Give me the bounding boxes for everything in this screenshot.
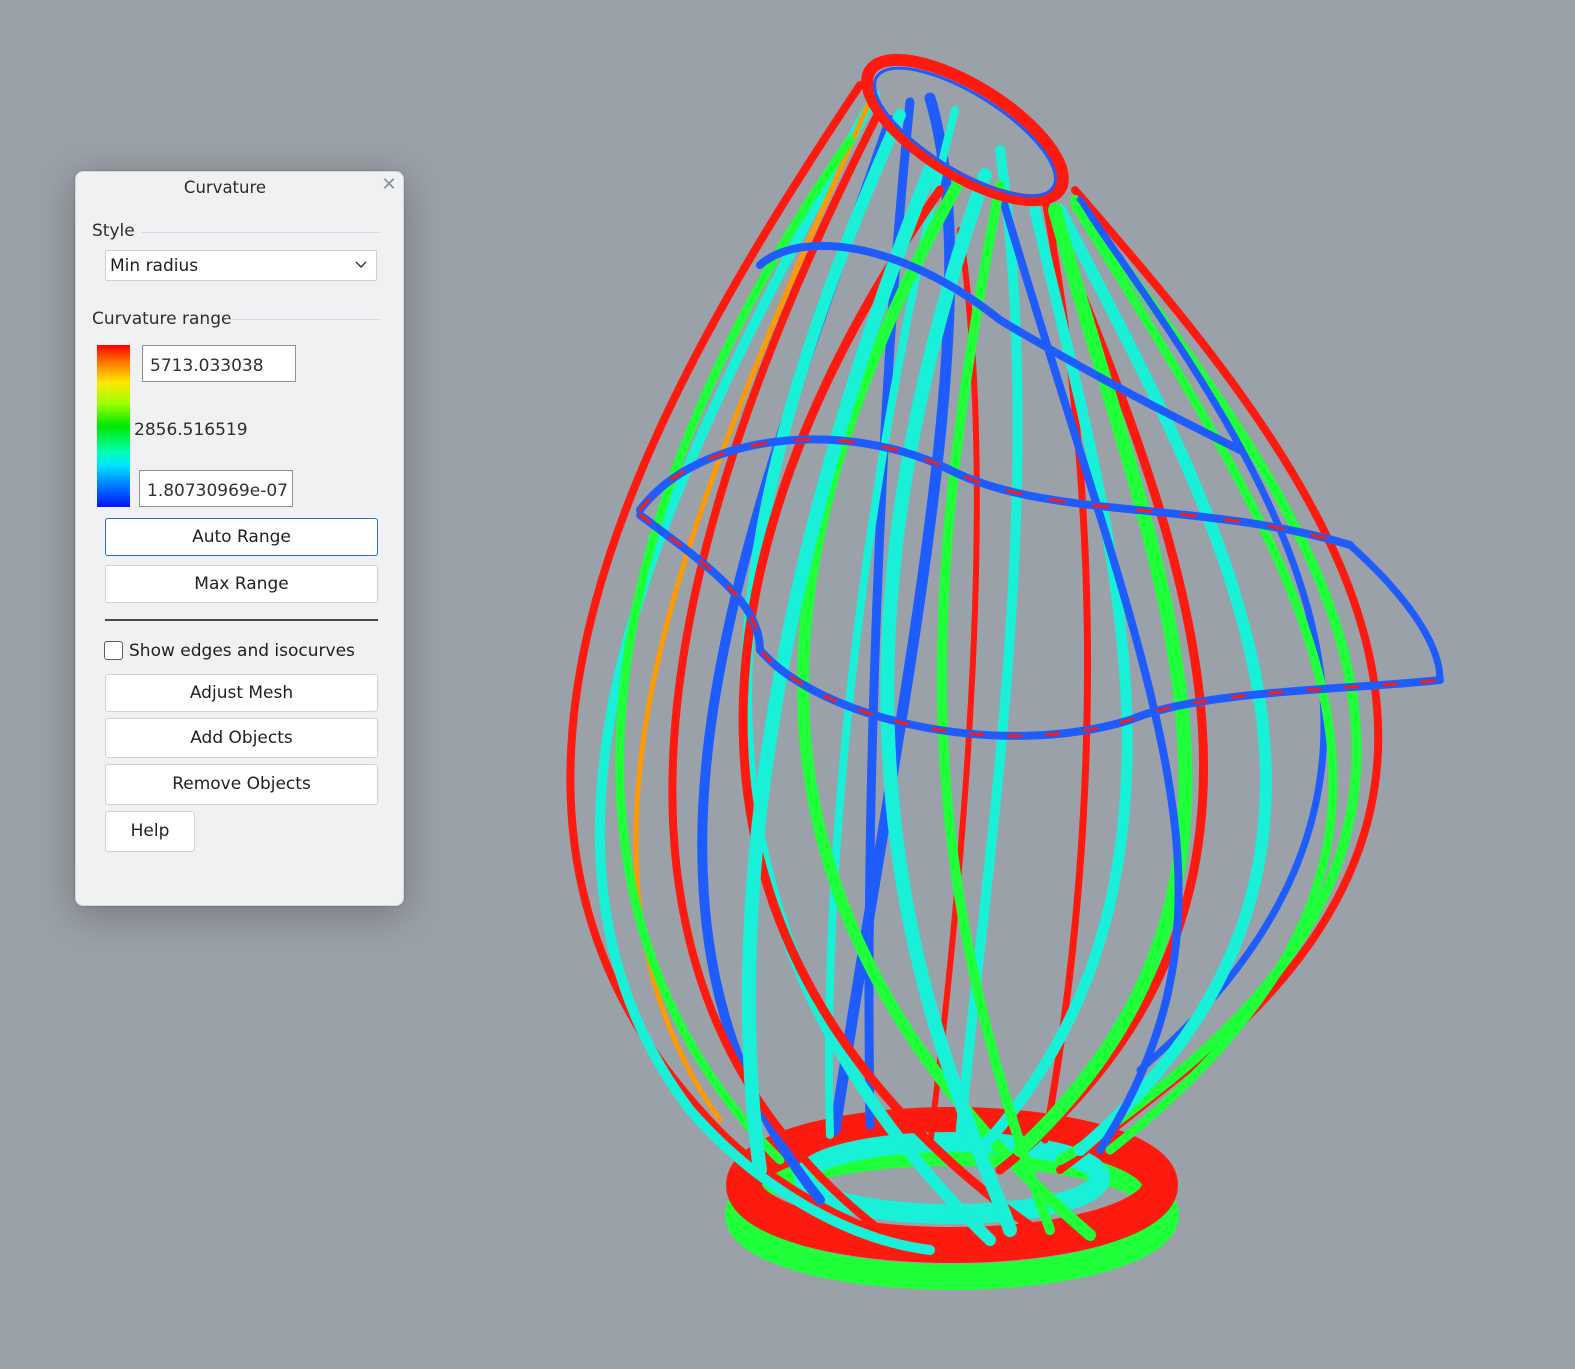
close-icon[interactable]: ✕ <box>380 176 398 194</box>
style-label: Style <box>92 221 135 241</box>
help-button[interactable]: Help <box>105 811 195 852</box>
panel-divider <box>105 619 378 621</box>
range-section-rule <box>226 319 379 320</box>
ring-4 <box>1346 541 1444 684</box>
curvature-range-label: Curvature range <box>92 309 232 329</box>
adjust-mesh-button[interactable]: Adjust Mesh <box>105 674 378 712</box>
add-objects-button[interactable]: Add Objects <box>105 718 378 758</box>
remove-objects-button[interactable]: Remove Objects <box>105 764 378 805</box>
curvature-panel: Curvature ✕ Style Min radius Curvature r… <box>75 171 404 906</box>
range-max-input[interactable] <box>142 345 296 382</box>
show-edges-checkbox[interactable] <box>104 641 123 660</box>
show-edges-label[interactable]: Show edges and isocurves <box>129 641 355 661</box>
curvature-color-scale <box>97 345 130 507</box>
max-range-button[interactable]: Max Range <box>105 565 378 603</box>
chevron-down-icon <box>355 261 367 268</box>
range-mid-value: 2856.516519 <box>134 420 248 440</box>
style-section-rule <box>142 232 379 233</box>
range-min-input[interactable] <box>139 470 293 507</box>
style-dropdown-value: Min radius <box>110 256 199 276</box>
style-dropdown[interactable]: Min radius <box>105 250 377 281</box>
panel-title: Curvature <box>183 178 267 197</box>
auto-range-button[interactable]: Auto Range <box>105 518 378 556</box>
